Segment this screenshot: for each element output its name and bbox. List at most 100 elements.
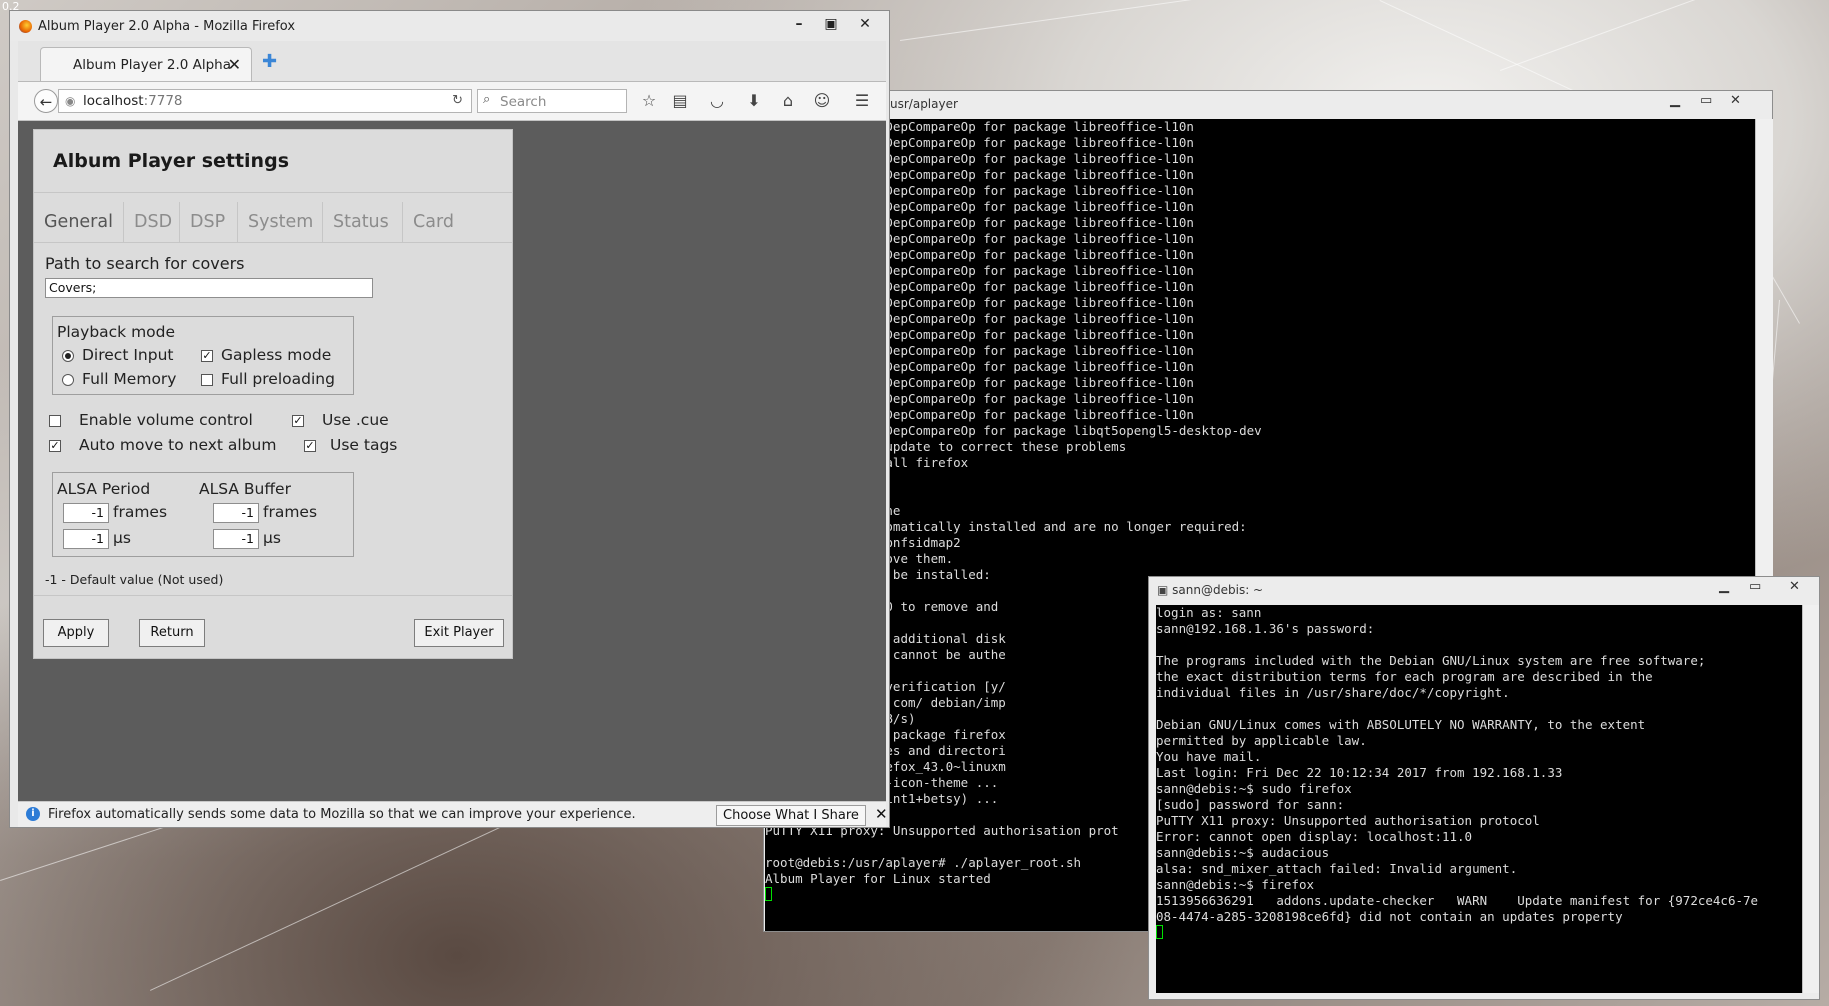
enable-volume-checkbox[interactable] — [49, 415, 61, 427]
terminal-line: vides line with DepCompareOp for package… — [765, 263, 1194, 278]
maximize-icon[interactable]: ▣ — [818, 14, 844, 34]
new-tab-icon[interactable]: ✚ — [262, 51, 277, 72]
chat-icon[interactable]: ☺ — [812, 91, 832, 110]
gapless-mode-label: Gapless mode — [221, 346, 332, 364]
alsa-period-frames-input[interactable]: -1 — [63, 503, 109, 523]
terminal-line: sann@192.168.1.36's password: — [1156, 621, 1375, 636]
tab-label: Album Player 2.0 Alpha — [73, 57, 231, 73]
alsa-buffer-label: ALSA Buffer — [199, 480, 291, 498]
frames-unit-label: frames — [263, 503, 318, 521]
settings-tabs: General DSD DSP System Status Card — [34, 202, 512, 243]
terminal-line: vides line with DepCompareOp for package… — [765, 215, 1194, 230]
terminal-line: Debian GNU/Linux comes with ABSOLUTELY N… — [1156, 717, 1646, 732]
close-icon[interactable]: ✕ — [1730, 93, 1741, 108]
minimize-icon[interactable]: – — [786, 14, 812, 34]
use-tags-checkbox[interactable]: ✓ — [304, 440, 316, 452]
alsa-buffer-frames-input[interactable]: -1 — [213, 503, 259, 523]
star-icon[interactable]: ☆ — [639, 91, 659, 110]
choose-what-i-share-button[interactable]: Choose What I Share — [716, 805, 866, 826]
maximize-icon[interactable]: ▭ — [1700, 93, 1712, 108]
settings-panel: Album Player settings General DSD DSP Sy… — [33, 129, 513, 659]
default-value-note: -1 - Default value (Not used) — [45, 572, 224, 587]
full-memory-label: Full Memory — [82, 370, 177, 388]
terminal-line: vides line with DepCompareOp for package… — [765, 183, 1194, 198]
tab-album-player[interactable]: Album Player 2.0 Alpha ✕ — [40, 47, 252, 81]
alsa-period-us-input[interactable]: -1 — [63, 529, 109, 549]
site-info-icon[interactable]: ◉ — [65, 94, 75, 108]
terminal-line: individual files in /usr/share/doc/*/cop… — [1156, 685, 1510, 700]
tab-system[interactable]: System — [238, 202, 323, 242]
alsa-buffer-us-input[interactable]: -1 — [213, 529, 259, 549]
menu-icon[interactable]: ☰ — [852, 91, 872, 110]
exit-player-button[interactable]: Exit Player — [414, 619, 504, 647]
firefox-titlebar[interactable]: Album Player 2.0 Alpha - Mozilla Firefox… — [10, 11, 889, 41]
auto-move-checkbox[interactable]: ✓ — [49, 440, 61, 452]
covers-path-input[interactable]: Covers; — [45, 278, 373, 298]
url-port: :7778 — [143, 93, 183, 109]
terminal-line: [sudo] password for sann: — [1156, 797, 1345, 812]
minimize-icon[interactable]: ▁ — [1670, 93, 1680, 108]
terminal-sann-output[interactable]: login as: sann sann@192.168.1.36's passwo… — [1156, 605, 1802, 993]
direct-input-radio[interactable] — [62, 350, 74, 362]
firefox-window[interactable]: Album Player 2.0 Alpha - Mozilla Firefox… — [9, 10, 890, 828]
telemetry-notification: i Firefox automatically sends some data … — [18, 801, 888, 827]
terminal-line: ackages were automatically installed and… — [765, 519, 1247, 534]
back-arrow-icon[interactable]: ← — [34, 89, 58, 113]
alsa-period-label: ALSA Period — [57, 480, 151, 498]
full-preloading-checkbox[interactable] — [201, 374, 213, 386]
terminal-line: vides line with DepCompareOp for package… — [765, 151, 1194, 166]
download-icon[interactable]: ⬇ — [744, 91, 764, 110]
terminal-line: alsa: snd_mixer_attach failed: Invalid a… — [1156, 861, 1518, 876]
tab-dsd[interactable]: DSD — [124, 202, 180, 242]
tab-dsp[interactable]: DSP — [180, 202, 238, 242]
url-bar[interactable]: ◉ localhost:7778 ↻ — [58, 89, 472, 113]
search-icon: ⌕ — [483, 92, 491, 107]
terminal-line: vides line with DepCompareOp for package… — [765, 135, 1194, 150]
terminal-line: vides line with DepCompareOp for package… — [765, 119, 1194, 134]
terminal-line: lists... Done — [765, 471, 1755, 487]
search-input[interactable]: ⌕ Search — [477, 89, 627, 113]
terminal-line: vides line with DepCompareOp for package… — [765, 423, 1262, 438]
terminal-line: toremove' to remove them. — [765, 551, 954, 566]
tab-status[interactable]: Status — [323, 202, 403, 242]
full-memory-radio[interactable] — [62, 374, 74, 386]
return-button[interactable]: Return — [139, 619, 205, 647]
terminal-line: PuTTY X11 proxy: Unsupported authorisati… — [1156, 813, 1540, 828]
us-unit-label: µs — [113, 529, 131, 547]
putty-window-sann[interactable]: ▣ sann@debis: ~ ▁ ▭ ✕ login as: sann sann… — [1148, 576, 1820, 1000]
tab-card[interactable]: Card — [403, 202, 463, 242]
terminal-sann-scrollbar[interactable] — [1802, 605, 1819, 993]
cursor — [765, 887, 772, 901]
pocket-icon[interactable]: ◡ — [707, 91, 727, 110]
home-icon[interactable]: ⌂ — [778, 91, 798, 110]
use-cue-checkbox[interactable]: ✓ — [292, 415, 304, 427]
terminal-line: vides line with DepCompareOp for package… — [765, 295, 1194, 310]
auto-move-label: Auto move to next album — [79, 436, 277, 454]
close-icon[interactable]: ✕ — [1789, 579, 1800, 594]
terminal-line: The programs included with the Debian GN… — [1156, 653, 1706, 668]
terminal-line: to run apt-get update to correct these p… — [765, 439, 1127, 454]
notification-close-icon[interactable]: ✕ — [875, 805, 888, 823]
terminal-line: vides line with DepCompareOp for package… — [765, 391, 1194, 406]
terminal-line: 1513956636291 addons.update-checker WARN… — [1156, 893, 1759, 908]
frames-unit-label: frames — [113, 503, 168, 521]
close-icon[interactable]: ✕ — [852, 14, 878, 34]
reload-icon[interactable]: ↻ — [452, 93, 463, 108]
terminal-line: vides line with DepCompareOp for package… — [765, 327, 1194, 342]
tab-general[interactable]: General — [34, 202, 124, 242]
reading-list-icon[interactable]: ▤ — [670, 91, 690, 110]
url-host: localhost — [83, 93, 144, 109]
alsa-group: ALSA Period ALSA Buffer -1 frames -1 fra… — [52, 472, 354, 557]
gapless-mode-checkbox[interactable]: ✓ — [201, 350, 213, 362]
direct-input-label: Direct Input — [82, 346, 174, 364]
maximize-icon[interactable]: ▭ — [1749, 579, 1761, 594]
minimize-icon[interactable]: ▁ — [1719, 579, 1729, 594]
apply-button[interactable]: Apply — [43, 619, 109, 647]
terminal-line: ency tree — [765, 487, 1755, 503]
search-placeholder: Search — [500, 94, 547, 110]
terminal-line: 08-4474-a285-3208198ce6fd} did not conta… — [1156, 909, 1623, 924]
tab-close-icon[interactable]: ✕ — [228, 55, 241, 74]
cursor — [1156, 925, 1163, 939]
